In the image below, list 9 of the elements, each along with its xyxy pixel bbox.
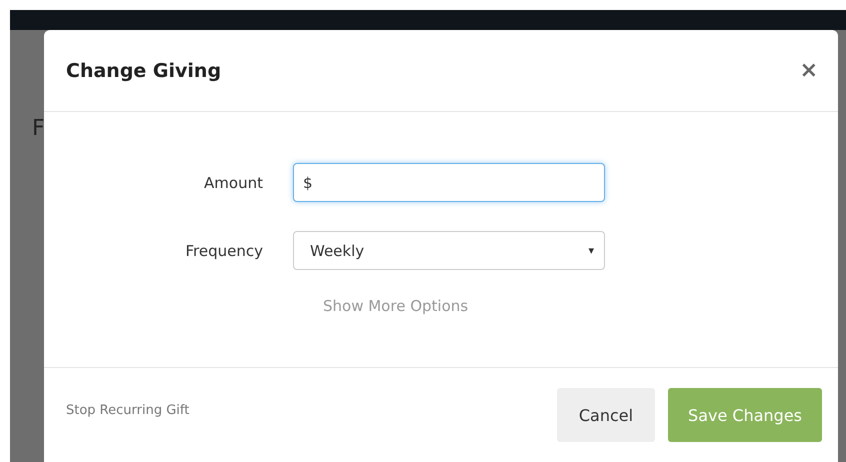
close-button[interactable]: ×: [798, 60, 820, 82]
amount-field[interactable]: $: [293, 163, 605, 202]
page-heading: F: [32, 118, 45, 140]
stop-recurring-gift-link[interactable]: Stop Recurring Gift: [66, 403, 190, 418]
frequency-select[interactable]: Weekly ▾: [293, 231, 605, 270]
field-label: Amount: [203, 174, 264, 192]
field-label: Frequency: [184, 242, 264, 260]
dialog-title: Change Giving: [66, 60, 222, 82]
cancel-button[interactable]: Cancel: [556, 388, 656, 442]
